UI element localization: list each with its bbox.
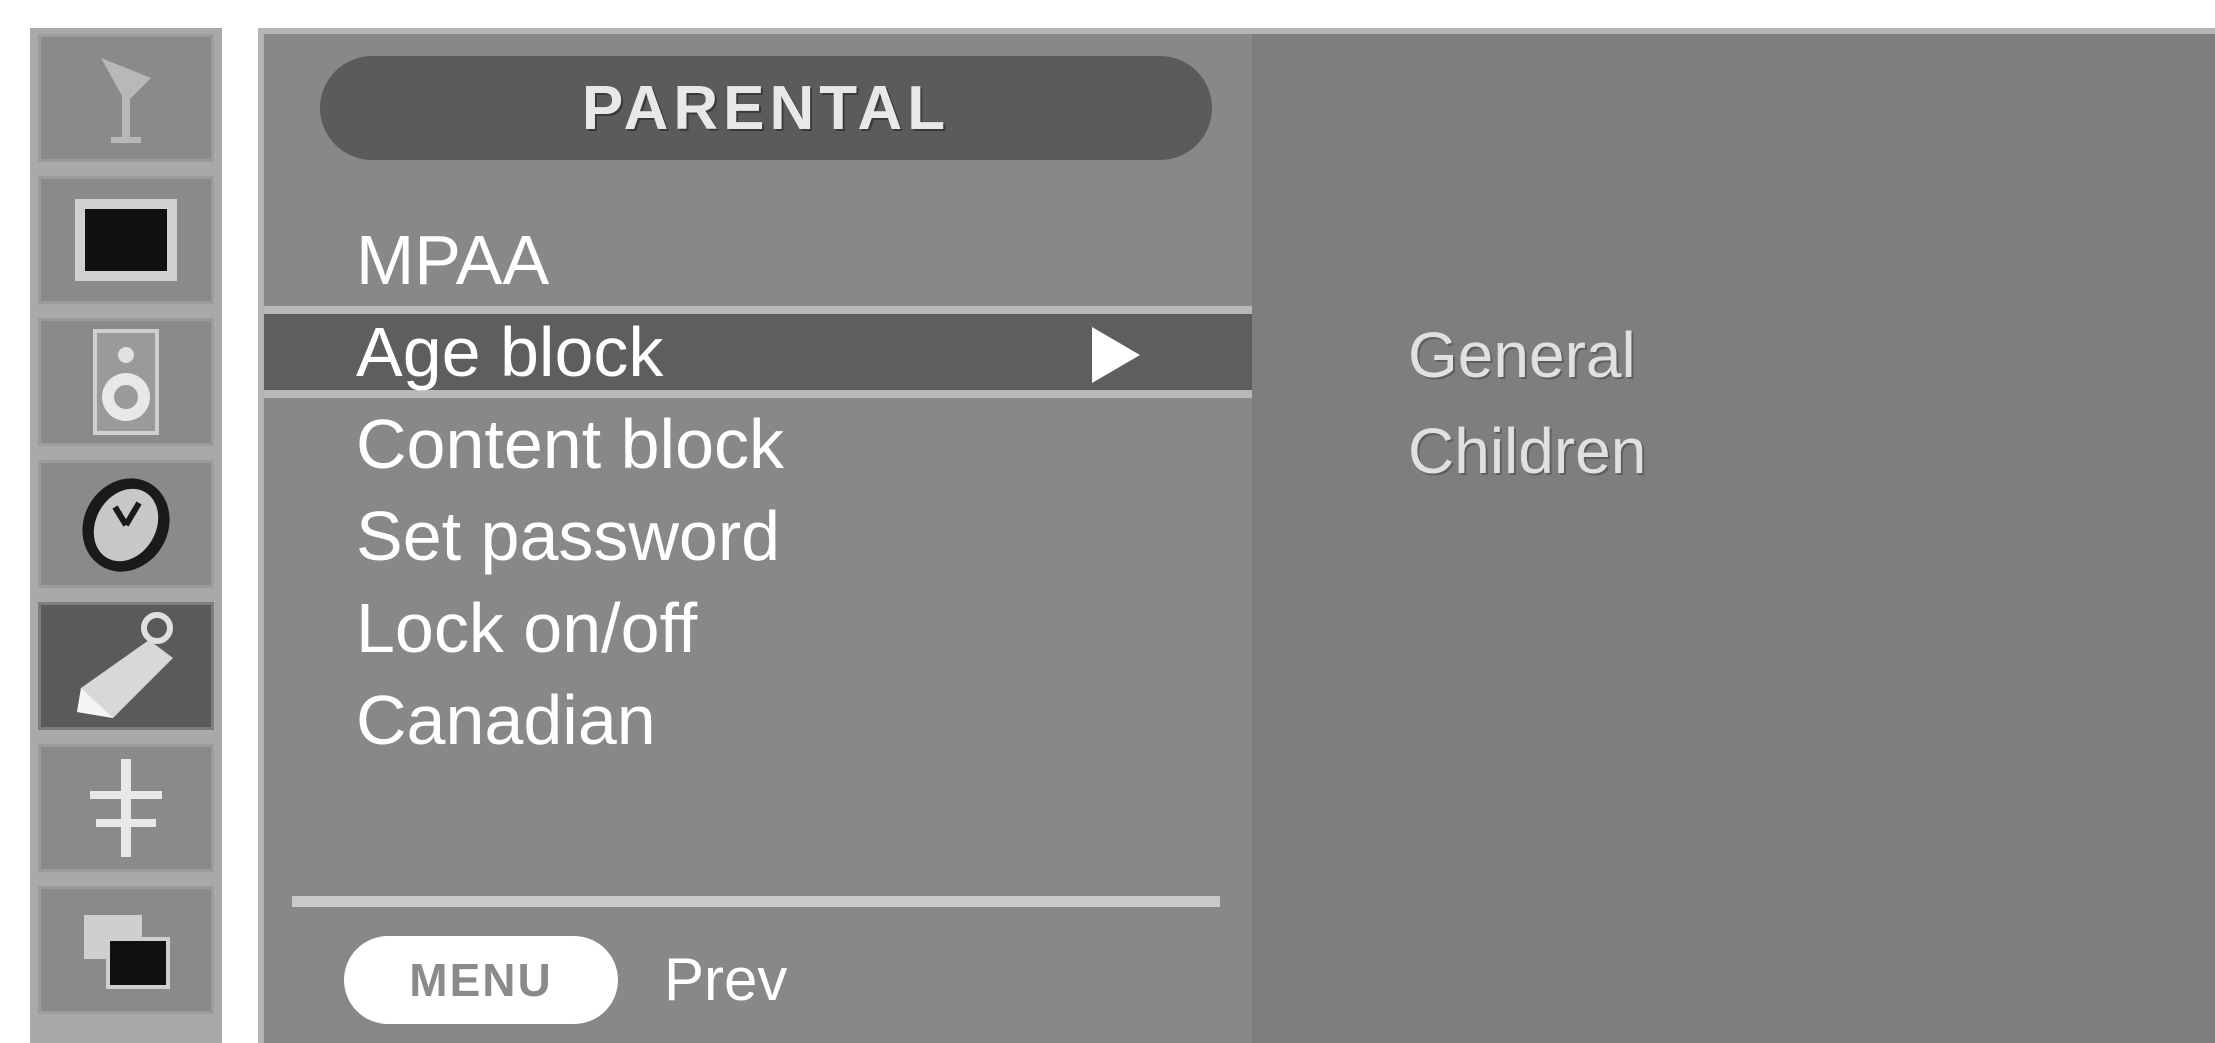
menu-item-set-password[interactable]: Set password (264, 490, 1252, 582)
time-tile[interactable] (38, 460, 214, 588)
pip-icon (84, 915, 170, 989)
time-icon (82, 478, 170, 572)
menu-button[interactable]: MENU (344, 936, 618, 1024)
menu-item-age-block[interactable]: Age block (264, 306, 1252, 398)
menu-item-label: Age block (356, 313, 664, 391)
parental-menu-panel: PARENTAL MPAA Age block Content block Se… (258, 28, 1252, 1043)
menu-item-mpaa[interactable]: MPAA (264, 214, 1252, 306)
picture-tile[interactable] (38, 176, 214, 304)
menu-item-canadian[interactable]: Canadian (264, 674, 1252, 766)
menu-item-lock-onoff[interactable]: Lock on/off (264, 582, 1252, 674)
antenna-tile[interactable] (38, 34, 214, 162)
option-icon (90, 759, 162, 857)
parental-tile[interactable] (38, 602, 214, 730)
arrow-right-icon (1092, 327, 1140, 383)
prev-label: Prev (664, 946, 788, 1013)
antenna-icon (101, 58, 151, 143)
picture-icon (75, 199, 177, 281)
pip-tile[interactable] (38, 886, 214, 1014)
age-block-submenu: General Children (1252, 28, 2215, 1043)
menu-item-content-block[interactable]: Content block (264, 398, 1252, 490)
lock-tag-icon (77, 612, 173, 718)
submenu-item-general[interactable]: General (1408, 318, 1636, 392)
speaker-icon (93, 329, 159, 435)
menu-icon-strip (30, 28, 222, 1043)
audio-tile[interactable] (38, 318, 214, 446)
submenu-item-children[interactable]: Children (1408, 414, 1646, 488)
option-tile[interactable] (38, 744, 214, 872)
menu-divider (292, 896, 1220, 907)
menu-title: PARENTAL (320, 56, 1212, 160)
